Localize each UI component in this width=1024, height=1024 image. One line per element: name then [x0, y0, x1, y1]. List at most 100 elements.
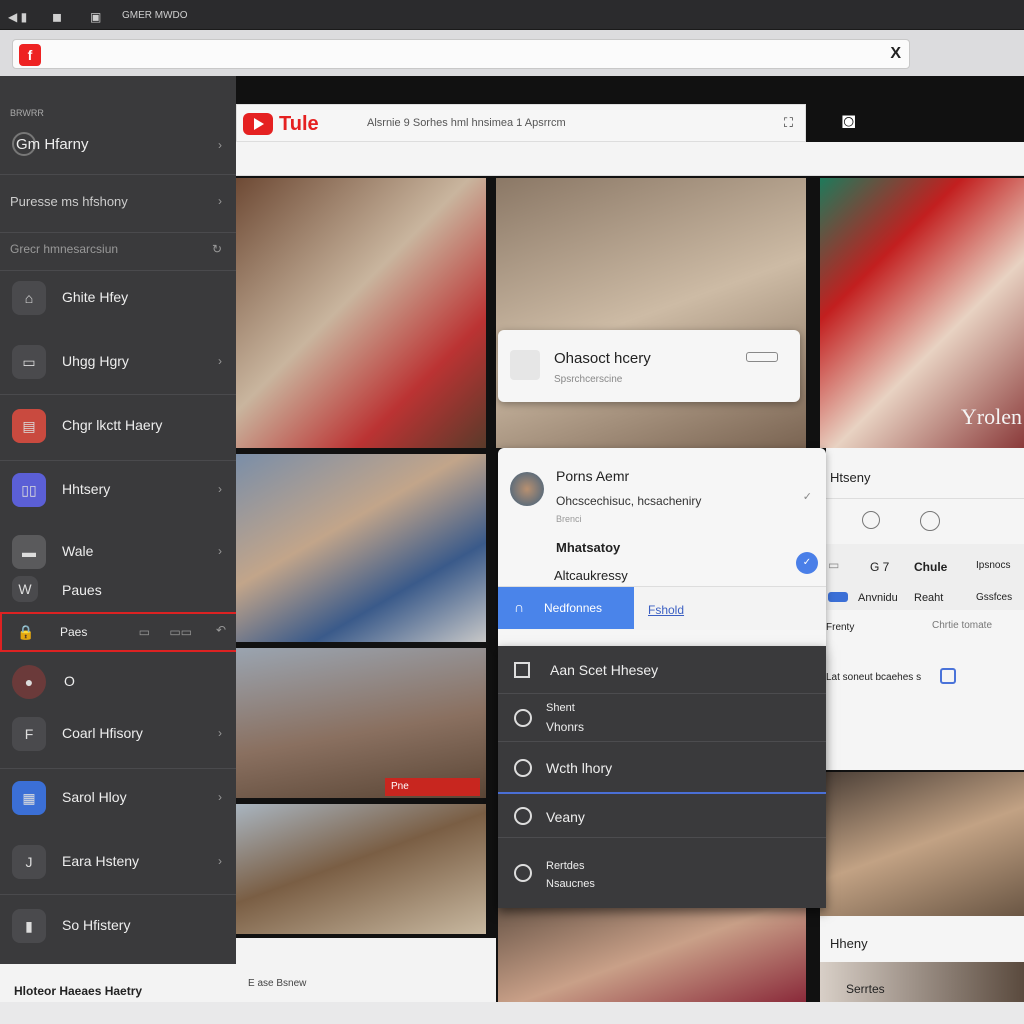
menu-row[interactable]: Veany	[498, 794, 826, 838]
clock-icon	[514, 759, 532, 777]
bottom-strip-text: E ase Bsnew	[248, 978, 307, 989]
edit-icon[interactable]: ✓	[796, 552, 818, 574]
tab-active[interactable]: ∩ Nedfonnes	[498, 587, 634, 629]
menu-item[interactable]: Altcaukressy	[554, 568, 628, 583]
menu-row-label: Rertdes	[546, 860, 585, 872]
video-icon[interactable]: ⛶	[784, 115, 793, 131]
section-label: Hheny	[830, 936, 868, 951]
video-thumbnail[interactable]	[496, 178, 806, 448]
popup-subtitle: Spsrchcerscine	[554, 374, 623, 385]
avatar[interactable]	[510, 472, 544, 506]
sidebar-item-label: Puresse ms hfshony	[10, 194, 128, 209]
home-icon[interactable]: ▣	[90, 10, 101, 24]
sidebar-item[interactable]: Gm Hfarny ›	[0, 118, 236, 174]
undo-icon[interactable]: ↶	[216, 623, 226, 637]
stat: Anvnidu	[858, 592, 898, 604]
close-tab-button[interactable]: X	[890, 45, 901, 63]
overlay-text: Yrolen	[960, 404, 1022, 429]
menu-icon[interactable]: ▭	[828, 558, 839, 572]
youtube-logo-icon[interactable]	[243, 113, 273, 135]
toggle-switch[interactable]	[746, 352, 778, 362]
menu-row[interactable]: Shent Vhonrs	[498, 694, 826, 742]
menu-row-label: Wcth lhory	[546, 760, 613, 776]
info-panel: Htseny	[826, 448, 1024, 498]
back-icon[interactable]: ◀ ▮	[8, 10, 27, 24]
menu-row[interactable]: Aan Scet Hhesey	[498, 646, 826, 694]
sidebar-item-label: Uhgg Hgry	[62, 353, 129, 369]
menu-row-sublabel: Nsaucnes	[546, 878, 595, 890]
sidebar-item[interactable]: W Paues	[0, 570, 236, 614]
sidebar-item[interactable]: ▤ Chgr lkctt Haery	[0, 398, 236, 454]
checkbox[interactable]	[940, 668, 956, 684]
sidebar-item-label: Paes	[60, 625, 88, 639]
sidebar-item[interactable]: ▮ So Hfistery	[0, 898, 236, 954]
stat: Chule	[914, 560, 948, 574]
video-thumbnail[interactable]	[820, 772, 1024, 916]
divider	[0, 894, 236, 895]
phone-icon: F	[12, 717, 46, 751]
meta-panel: Frenty Chrtie tomate Lat soneut bcaehes …	[826, 610, 1024, 770]
camera-icon[interactable]: ◙	[842, 108, 855, 134]
folder-icon: ▬	[12, 535, 46, 569]
sidebar-item[interactable]: ▭ Uhgg Hgry ›	[0, 334, 236, 390]
sidebar-item-label: Hhtsery	[62, 481, 111, 497]
sidebar-item[interactable]: J Eara Hsteny ›	[0, 834, 236, 890]
video-thumbnail[interactable]	[498, 906, 806, 1002]
play-icon[interactable]	[862, 511, 880, 529]
j-icon: J	[12, 845, 46, 879]
slider-icon[interactable]: ▭▭	[169, 625, 192, 639]
address-input[interactable]: f X	[12, 39, 910, 69]
account-meta: Brenci	[556, 514, 582, 524]
video-thumbnail[interactable]: Yrolen	[820, 178, 1024, 448]
sidebar-item[interactable]: Puresse ms hfshony ›	[0, 174, 236, 230]
tab-link[interactable]: Fshold	[648, 603, 684, 617]
sidebar-item-label: Sarol Hloy	[62, 789, 127, 805]
sidebar-item-selected[interactable]: 🔒 Paes ▭ ▭▭ ↶	[0, 612, 242, 652]
sidebar-item-label: Grecr hmnesarcsiun	[10, 242, 119, 256]
sidebar-item[interactable]: ⌂ Ghite Hfey	[0, 270, 236, 326]
headphones-icon: ∩	[514, 599, 525, 615]
sidebar-item-label: O	[64, 673, 75, 689]
square-icon	[510, 350, 540, 380]
stat: Reaht	[914, 592, 944, 604]
sidebar-item[interactable]: ▯▯ Hhtsery ›	[0, 462, 236, 518]
chevron-right-icon: ›	[218, 726, 222, 740]
search-input[interactable]: Alsrnie 9 Sorhes hml hnsimea 1 Apsrrcm	[367, 117, 566, 129]
sidebar-item[interactable]: Grecr hmnesarcsiun ↻	[0, 226, 236, 270]
panel-title: Htseny	[830, 470, 871, 485]
menu-row[interactable]: Wcth lhory	[498, 742, 826, 794]
sidebar-item[interactable]: ● O	[0, 654, 236, 710]
popup-title: Ohasoct hcery	[554, 350, 651, 367]
chevron-right-icon: ›	[218, 790, 222, 804]
tab-label: Nedfonnes	[544, 601, 603, 615]
panel-controls	[826, 498, 1024, 544]
stats-panel: ▭ G 7 Chule Ipsnocs Anvnidu Reaht Gssfce…	[826, 544, 1024, 610]
meta-text: Frenty	[826, 622, 855, 633]
sidebar: BRWRR Gm Hfarny › Puresse ms hfshony › G…	[0, 76, 242, 1002]
sidebar-item-label: Gm Hfarny	[16, 136, 89, 153]
tab-row: ∩ Nedfonnes Fshold	[498, 586, 826, 630]
meta-text: Lat soneut bcaehes s	[826, 672, 922, 683]
video-thumbnail[interactable]: Serrtes	[820, 962, 1024, 1002]
video-thumbnail[interactable]	[236, 804, 486, 934]
circle-button[interactable]	[920, 511, 940, 531]
lock-icon: 🔒	[17, 623, 35, 640]
popup-card[interactable]: Ohasoct hcery Spsrchcerscine	[498, 330, 800, 402]
toggle-icon[interactable]	[828, 592, 848, 602]
tv-icon: ▭	[12, 345, 46, 379]
video-thumbnail[interactable]	[236, 454, 486, 642]
sidebar-item-label: Wale	[62, 543, 94, 559]
stop-icon[interactable]: ◼	[52, 10, 62, 24]
sidebar-item[interactable]: ▦ Sarol Hloy ›	[0, 770, 236, 826]
minus-icon: ▭	[138, 625, 150, 639]
menu-row-sublabel: Vhonrs	[546, 720, 585, 734]
menu-row[interactable]: Rertdes Nsaucnes	[498, 838, 826, 908]
youtube-brand[interactable]: Tule	[279, 113, 319, 136]
w-icon: W	[12, 576, 38, 602]
video-thumbnail[interactable]: Pne	[236, 648, 486, 798]
chevron-right-icon: ›	[218, 194, 222, 208]
bag-icon: ⌂	[12, 281, 46, 315]
sidebar-item[interactable]: F Coarl Hfisory ›	[0, 706, 236, 762]
menu-item[interactable]: Mhatsatoy	[556, 540, 620, 555]
video-thumbnail[interactable]	[236, 178, 486, 448]
